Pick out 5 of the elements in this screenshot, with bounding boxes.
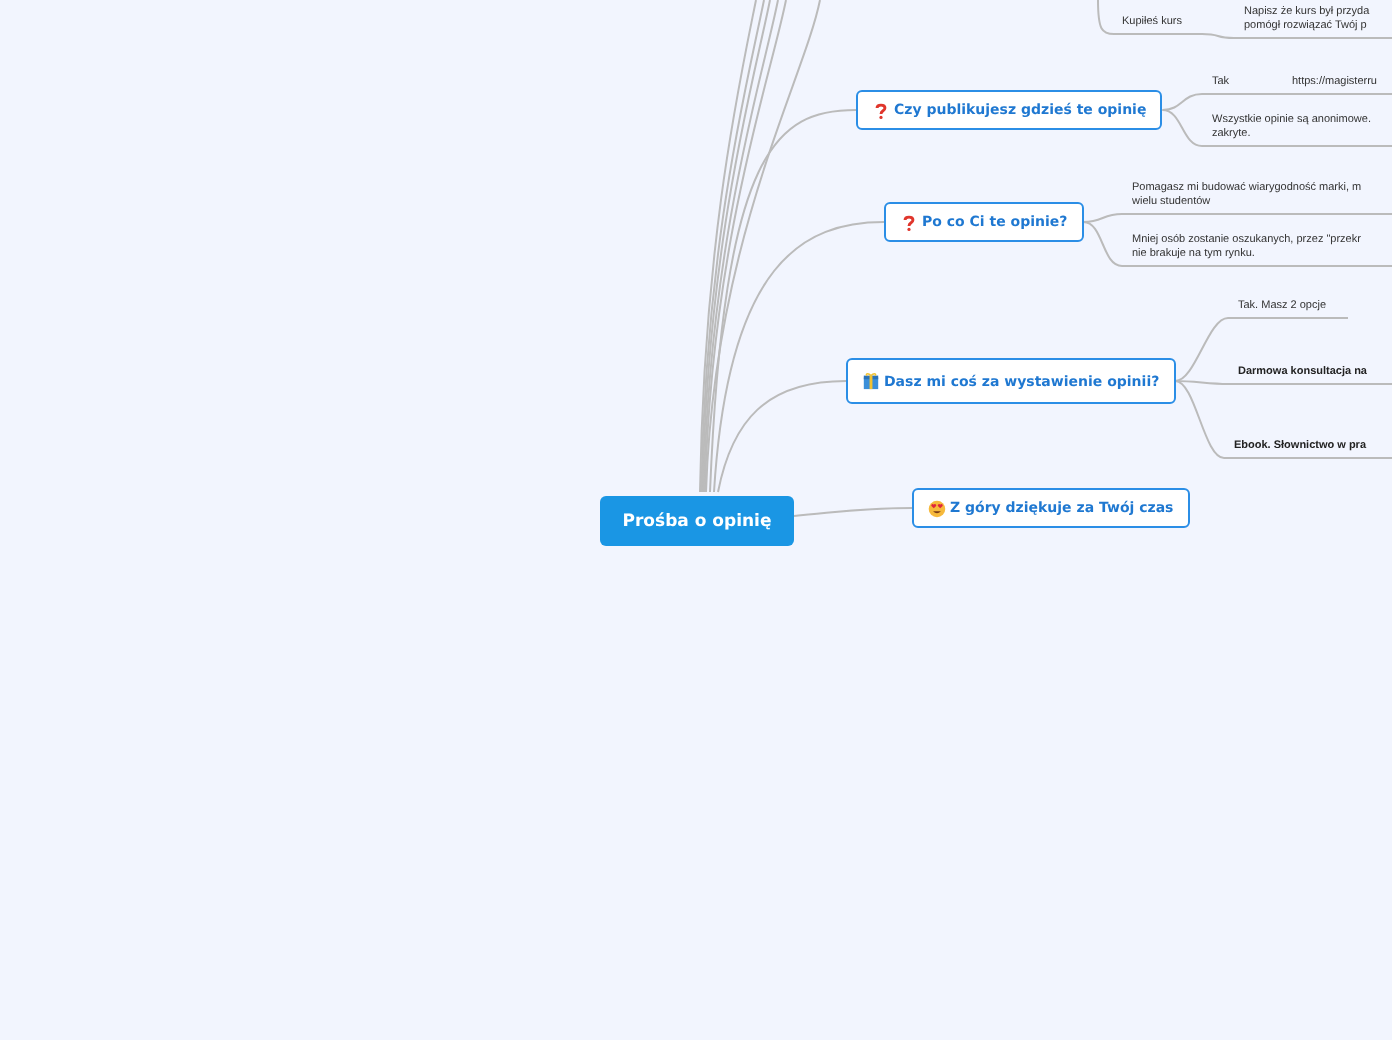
gift-icon: [862, 372, 880, 390]
heart-eyes-face-icon: [928, 499, 946, 517]
question-icon: [900, 213, 918, 231]
connector-line: [793, 507, 913, 517]
question-icon: [872, 101, 890, 119]
